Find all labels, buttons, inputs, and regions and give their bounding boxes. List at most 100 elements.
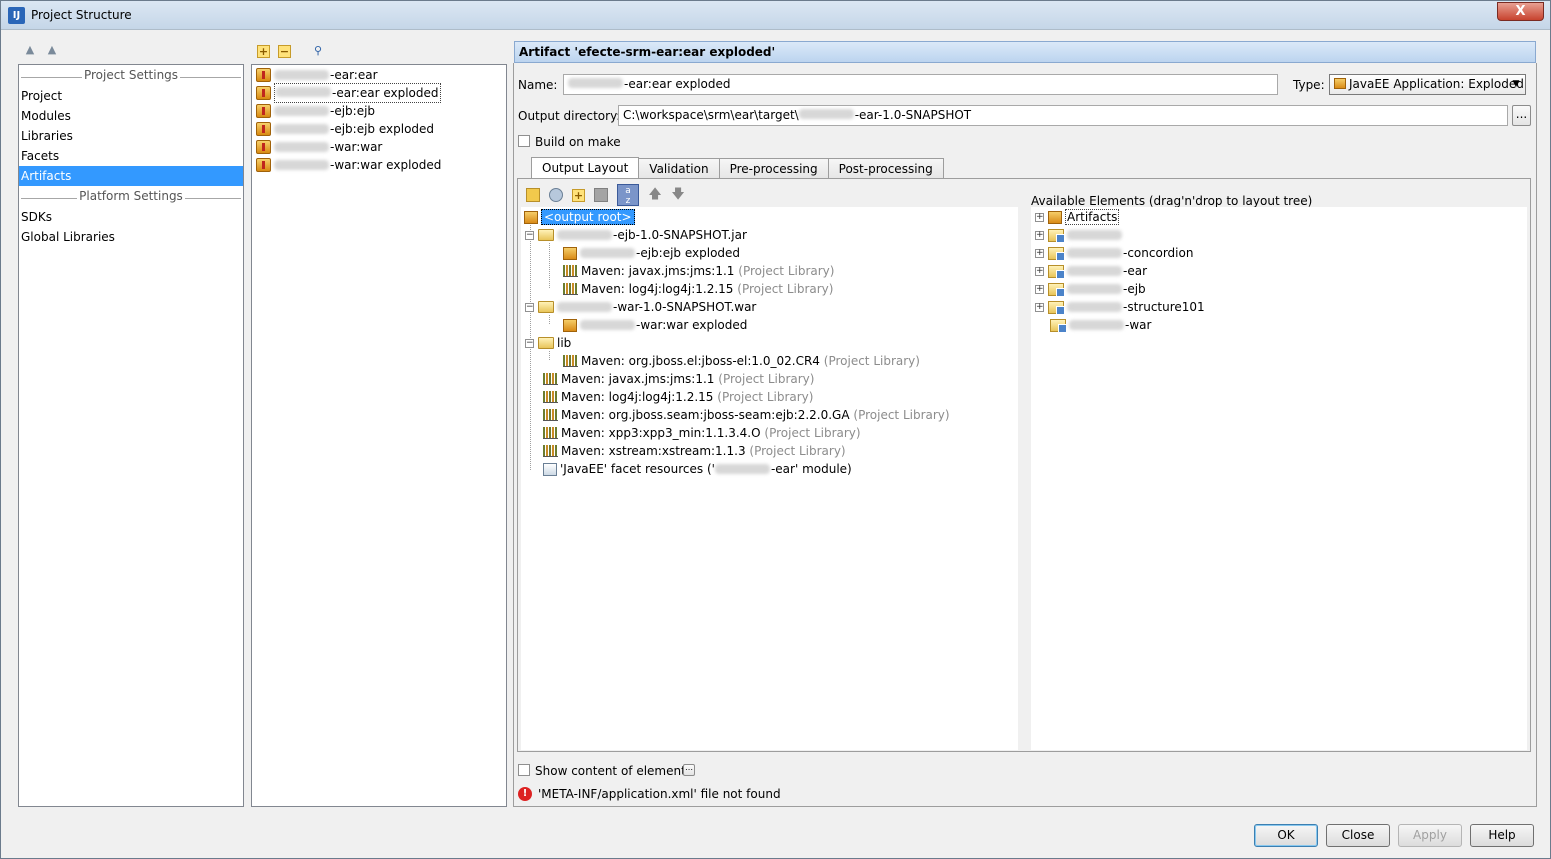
module-icon — [1048, 282, 1065, 297]
add-copy-icon[interactable]: + — [572, 188, 585, 202]
build-on-make-label: Build on make — [535, 135, 621, 149]
remove-artifact-icon[interactable]: − — [278, 44, 291, 58]
nav-item-modules[interactable]: Modules — [19, 106, 243, 126]
package-icon[interactable] — [549, 188, 563, 202]
tree-node-ejb-jar[interactable]: − -ejb-1.0-SNAPSHOT.jar — [525, 226, 747, 244]
move-up-icon[interactable]: 🡅 — [648, 188, 662, 202]
expand-toggle-icon[interactable]: + — [1035, 212, 1044, 222]
move-down-icon[interactable]: 🡇 — [671, 188, 685, 202]
expand-toggle-icon[interactable]: + — [1035, 302, 1044, 312]
nav-item-project[interactable]: Project — [19, 86, 243, 106]
name-field[interactable]: -ear:ear exploded — [563, 74, 1278, 95]
artifact-icon — [1048, 210, 1062, 224]
nav-item-facets[interactable]: Facets — [19, 146, 243, 166]
artifact-header: Artifact 'efecte-srm-ear:ear exploded' — [514, 41, 1536, 63]
tree-node-library[interactable]: Maven: javax.jms:jms:1.1 (Project Librar… — [543, 370, 814, 388]
tree-node-output-root[interactable]: <output root> — [524, 208, 635, 226]
tree-node-module[interactable]: + -concordion — [1035, 244, 1193, 262]
nav-item-global-libraries[interactable]: Global Libraries — [19, 227, 243, 247]
tab-post-processing[interactable]: Post-processing — [827, 158, 944, 179]
folder-open-icon — [538, 301, 554, 313]
artifact-list-item[interactable]: -ejb:ejb exploded — [252, 120, 506, 138]
browse-button[interactable]: ... — [1512, 105, 1531, 126]
chevron-down-icon: ▼ — [1512, 79, 1520, 89]
module-icon — [1048, 300, 1065, 315]
tree-node-library[interactable]: Maven: xstream:xstream:1.1.3 (Project Li… — [543, 442, 846, 460]
error-row: ! 'META-INF/application.xml' file not fou… — [518, 787, 781, 801]
build-on-make-checkbox[interactable] — [518, 135, 530, 147]
collapse-toggle-icon[interactable]: − — [525, 338, 534, 348]
nav-item-libraries[interactable]: Libraries — [19, 126, 243, 146]
ok-button[interactable]: OK — [1254, 824, 1318, 847]
tree-node-library[interactable]: Maven: javax.jms:jms:1.1 (Project Librar… — [563, 262, 834, 280]
find-usages-icon[interactable]: ⚲ — [311, 44, 325, 58]
tree-node-module[interactable]: + -ejb — [1035, 280, 1146, 298]
tab-pre-processing[interactable]: Pre-processing — [718, 158, 829, 179]
artifact-list-panel: -ear:ear -ear:ear exploded -ejb:ejb -ejb… — [251, 64, 507, 807]
folder-open-icon — [538, 229, 554, 241]
sort-alphabetically-icon[interactable]: az — [617, 184, 639, 206]
available-elements-tree: + Artifacts + + -concordion + -ear + -ejb + -… — [1031, 207, 1527, 750]
tree-node-module[interactable]: + — [1035, 226, 1123, 244]
forward-arrow-icon[interactable]: ▲ — [45, 43, 59, 57]
tree-node-artifacts[interactable]: + Artifacts — [1035, 208, 1120, 226]
facet-icon — [543, 462, 557, 476]
tree-node-library[interactable]: Maven: org.jboss.seam:jboss-seam:ejb:2.2… — [543, 406, 950, 424]
tree-node-library[interactable]: Maven: log4j:log4j:1.2.15 (Project Libra… — [563, 280, 833, 298]
output-layout-tree: <output root> − -ejb-1.0-SNAPSHOT.jar -ej… — [521, 207, 1018, 750]
library-icon — [543, 445, 558, 457]
library-icon — [543, 373, 558, 385]
project-settings-header: Project Settings — [19, 68, 243, 86]
tree-node-facet-resources[interactable]: 'JavaEE' facet resources (' -ear' module) — [543, 460, 852, 478]
new-folder-icon[interactable] — [526, 188, 540, 202]
tree-node-module[interactable]: -war — [1050, 316, 1151, 334]
artifact-list-item[interactable]: -war:war — [252, 138, 506, 156]
tree-node-war-exploded[interactable]: -war:war exploded — [563, 316, 747, 334]
help-button[interactable]: Help — [1470, 824, 1534, 847]
tree-node-lib-folder[interactable]: − lib — [525, 334, 571, 352]
nav-toolbar: ▲ ▲ — [23, 43, 59, 57]
artifact-icon — [256, 104, 271, 118]
nav-item-artifacts[interactable]: Artifacts — [19, 166, 243, 186]
output-directory-field[interactable]: C:\workspace\srm\ear\target\ -ear-1.0-SNA… — [618, 105, 1508, 126]
module-icon — [1048, 264, 1065, 279]
tree-node-library[interactable]: Maven: xpp3:xpp3_min:1.1.3.4.O (Project … — [543, 424, 861, 442]
show-content-checkbox[interactable] — [518, 764, 530, 776]
artifact-list-item[interactable]: -ear:ear exploded — [252, 83, 506, 103]
remove-element-icon[interactable] — [594, 188, 608, 202]
artifact-icon — [256, 68, 271, 82]
artifact-icon — [256, 140, 271, 154]
more-options-icon[interactable]: ⋯ — [683, 764, 695, 776]
tab-output-layout[interactable]: Output Layout — [531, 157, 640, 179]
window-close-button[interactable]: X — [1497, 2, 1544, 21]
expand-toggle-icon[interactable]: + — [1035, 284, 1044, 294]
expand-toggle-icon[interactable]: + — [1035, 266, 1044, 276]
back-arrow-icon[interactable]: ▲ — [23, 43, 37, 57]
close-button[interactable]: Close — [1326, 824, 1390, 847]
tree-node-library[interactable]: Maven: log4j:log4j:1.2.15 (Project Libra… — [543, 388, 813, 406]
library-icon — [563, 355, 578, 367]
tree-node-module[interactable]: + -structure101 — [1035, 298, 1205, 316]
tree-node-ejb-exploded[interactable]: -ejb:ejb exploded — [563, 244, 740, 262]
expand-toggle-icon[interactable]: + — [1035, 230, 1044, 240]
library-icon — [563, 283, 578, 295]
apply-button[interactable]: Apply — [1398, 824, 1462, 847]
name-label: Name: — [518, 78, 558, 92]
artifact-list-toolbar: + − ⚲ — [257, 44, 325, 58]
library-icon — [543, 409, 558, 421]
collapse-toggle-icon[interactable]: − — [525, 302, 534, 312]
add-artifact-icon[interactable]: + — [257, 44, 270, 58]
tree-node-war-file[interactable]: − -war-1.0-SNAPSHOT.war — [525, 298, 756, 316]
tree-node-library[interactable]: Maven: org.jboss.el:jboss-el:1.0_02.CR4 … — [563, 352, 920, 370]
artifact-list-item[interactable]: -ejb:ejb — [252, 102, 506, 120]
output-root-icon — [524, 210, 538, 224]
collapse-toggle-icon[interactable]: − — [525, 230, 534, 240]
javaee-artifact-icon — [1334, 78, 1346, 89]
expand-toggle-icon[interactable]: + — [1035, 248, 1044, 258]
tree-node-module[interactable]: + -ear — [1035, 262, 1147, 280]
artifact-list-item[interactable]: -war:war exploded — [252, 156, 506, 174]
nav-item-sdks[interactable]: SDKs — [19, 207, 243, 227]
type-select[interactable]: JavaEE Application: Exploded ▼ — [1329, 74, 1526, 95]
tab-validation[interactable]: Validation — [638, 158, 720, 179]
artifact-list-item[interactable]: -ear:ear — [252, 66, 506, 84]
